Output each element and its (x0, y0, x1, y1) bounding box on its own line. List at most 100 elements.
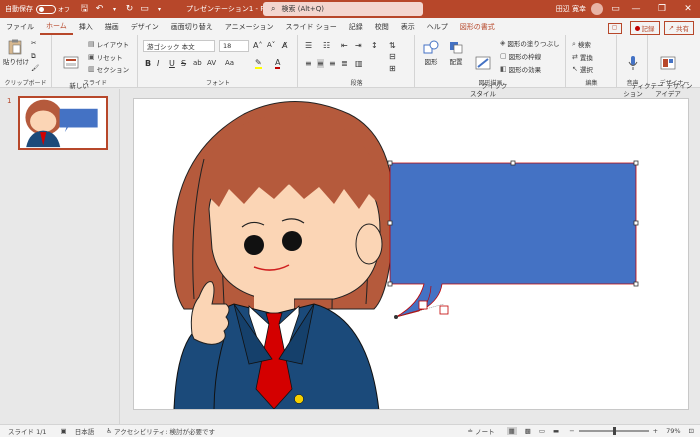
section-button[interactable]: ▥ セクション (88, 64, 129, 74)
character-illustration[interactable] (172, 101, 395, 411)
save-icon[interactable]: 🖫 (78, 2, 91, 16)
slide-thumbnail[interactable] (18, 96, 108, 150)
align-center-icon[interactable]: ≡ (317, 59, 324, 68)
search-box[interactable]: ⌕ 検索 (Alt+Q) (263, 2, 423, 16)
speech-bubble-callout[interactable] (387, 160, 639, 319)
share-button[interactable]: ↗ 共有 (663, 21, 694, 35)
tab-home[interactable]: ホーム (40, 18, 73, 35)
font-name-select[interactable]: 游ゴシック 本文 (143, 40, 215, 52)
italic-button[interactable]: I (157, 59, 159, 68)
zoom-slider-thumb[interactable] (612, 427, 616, 435)
shape-outline-button[interactable]: ▢ 図形の枠線 (500, 51, 541, 61)
notes-button[interactable]: ノート (475, 426, 495, 436)
tab-file[interactable]: ファイル (0, 18, 40, 35)
dictate-button[interactable]: ディクテー ション (619, 38, 663, 106)
smartart-icon[interactable]: ⊞ (389, 64, 396, 73)
normal-view-icon[interactable]: ▦ (506, 427, 517, 435)
shadow-button[interactable]: ab (193, 59, 202, 67)
slide-sorter-icon[interactable]: ▩ (525, 427, 531, 435)
reading-view-icon[interactable]: ▭ (539, 427, 545, 435)
tab-animations[interactable]: アニメーション (219, 18, 280, 35)
text-direction-icon[interactable]: ⇅ (389, 41, 396, 50)
record-button[interactable]: 記録 (629, 21, 660, 35)
redo-icon[interactable]: ↻ (123, 2, 136, 16)
undo-icon[interactable]: ↶ (93, 2, 106, 16)
cut-icon[interactable]: ✂ (31, 39, 36, 47)
tab-design[interactable]: デザイン (125, 18, 165, 35)
autosave-toggle[interactable] (36, 4, 56, 14)
tab-transitions[interactable]: 画面切り替え (165, 18, 219, 35)
zoom-level[interactable]: 79% (666, 427, 680, 435)
close-button[interactable]: ✕ (676, 2, 700, 16)
tab-help[interactable]: ヘルプ (421, 18, 454, 35)
share-label: 共有 (676, 25, 689, 33)
shape-effect-button[interactable]: ◧ 図形の効果 (500, 64, 541, 74)
tab-review[interactable]: 校閲 (369, 18, 395, 35)
line-spacing-icon[interactable]: ↕ (371, 41, 378, 50)
replace-button[interactable]: ⇄ 置換 (572, 52, 593, 62)
ribbon-display-icon[interactable]: ▭ (609, 2, 622, 16)
bullets-icon[interactable]: ☰ (305, 41, 312, 50)
slide-canvas[interactable] (133, 98, 689, 410)
comment-icon[interactable]: ▢ (607, 22, 622, 34)
font-size-select[interactable]: 18 (219, 40, 249, 52)
numbering-icon[interactable]: ☷ (323, 41, 330, 50)
paste-button[interactable]: 貼り付け (3, 38, 29, 66)
slideshow-icon[interactable]: ▬ (553, 427, 559, 435)
text-align-icon[interactable]: ⊟ (389, 52, 396, 61)
accessibility-icon[interactable]: ♿ (106, 427, 112, 435)
minimize-button[interactable]: — (624, 2, 648, 16)
layout-button[interactable]: ▤ レイアウト (88, 39, 129, 49)
group-clipboard: 貼り付け ✂ ⧉ 🖌 クリップボード (0, 35, 52, 88)
font-color-icon[interactable]: A (275, 58, 281, 69)
indent-increase-icon[interactable]: ⇥ (355, 41, 362, 50)
arrange-label: 配置 (449, 58, 463, 66)
shape-fill-button[interactable]: ◈ 図形の塗りつぶし (500, 38, 559, 48)
align-right-icon[interactable]: ≡ (329, 59, 336, 68)
align-left-icon[interactable]: ≡ (305, 59, 312, 68)
strikethrough-button[interactable]: S (181, 59, 186, 68)
indent-decrease-icon[interactable]: ⇤ (341, 41, 348, 50)
spell-check-icon[interactable]: ▣ (61, 427, 67, 435)
avatar[interactable] (591, 3, 603, 15)
tab-shape-format[interactable]: 図形の書式 (454, 18, 501, 35)
fit-slide-icon[interactable]: ⊡ (689, 427, 694, 435)
accessibility-status[interactable]: アクセシビリティ: 検討が必要です (114, 426, 215, 436)
tab-view[interactable]: 表示 (395, 18, 421, 35)
underline-button[interactable]: U (169, 59, 175, 68)
shapes-button[interactable]: 図形 (419, 38, 443, 66)
maximize-button[interactable]: ❐ (650, 2, 674, 16)
select-button[interactable]: ↖ 選択 (572, 64, 593, 74)
tab-slideshow[interactable]: スライド ショー (280, 18, 343, 35)
highlight-icon[interactable]: ✎ (255, 58, 262, 69)
copy-icon[interactable]: ⧉ (31, 52, 36, 61)
customize-toolbar-icon[interactable]: ▾ (153, 2, 166, 16)
presentation-icon[interactable]: ▭ (138, 2, 151, 16)
zoom-in-icon[interactable]: + (653, 427, 658, 435)
reset-button[interactable]: ▣ リセット (88, 52, 123, 62)
clear-format-icon[interactable]: A̸ (282, 41, 287, 50)
language-label[interactable]: 日本語 (75, 426, 95, 436)
arrange-button[interactable]: 配置 (444, 38, 468, 66)
tab-insert[interactable]: 挿入 (73, 18, 99, 35)
case-button[interactable]: Aa (225, 59, 234, 67)
design-ideas-button[interactable]: デザイン アイデア (654, 38, 692, 106)
spacing-button[interactable]: AV (207, 59, 216, 67)
columns-icon[interactable]: ▥ (355, 59, 363, 68)
font-grow-icon[interactable]: A˄ (253, 41, 262, 50)
tab-draw[interactable]: 描画 (99, 18, 125, 35)
justify-icon[interactable]: ≣ (341, 59, 348, 68)
find-icon: ⌕ (572, 39, 576, 48)
quick-style-button[interactable]: クイック スタイル (469, 38, 507, 106)
format-painter-icon[interactable]: 🖌 (31, 64, 39, 72)
undo-dropdown-icon[interactable]: ▾ (108, 2, 121, 16)
paste-label: 貼り付け (3, 58, 29, 66)
font-shrink-icon[interactable]: A˅ (267, 41, 275, 49)
find-button[interactable]: ⌕ 検索 (572, 39, 591, 50)
zoom-slider[interactable] (578, 427, 649, 435)
notes-icon[interactable]: ≐ (468, 427, 473, 435)
zoom-out-icon[interactable]: − (569, 427, 574, 435)
tab-record[interactable]: 記録 (343, 18, 369, 35)
bold-button[interactable]: B (145, 59, 151, 68)
slide-thumbnail-panel: 1 (0, 89, 120, 424)
